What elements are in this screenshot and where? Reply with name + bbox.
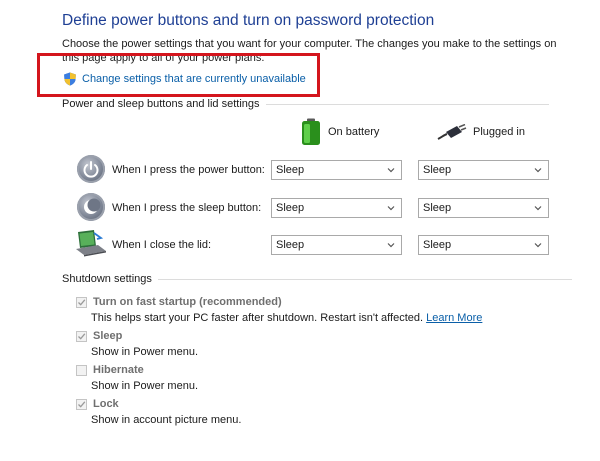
lid-plugged-select[interactable]: Sleep: [418, 235, 549, 255]
change-settings-label: Change settings that are currently unava…: [82, 73, 306, 85]
select-value: Sleep: [423, 164, 452, 176]
lock-description: Show in account picture menu.: [91, 414, 242, 426]
lock-label: Lock: [93, 398, 119, 410]
column-header-battery: On battery: [300, 118, 379, 146]
lid-close-label: When I close the lid:: [112, 239, 212, 251]
fast-startup-description: This helps start your PC faster after sh…: [91, 312, 482, 324]
power-button-plugged-select[interactable]: Sleep: [418, 160, 549, 180]
power-plug-icon: [437, 124, 467, 140]
column-plugged-label: Plugged in: [473, 126, 525, 138]
hibernate-label: Hibernate: [93, 364, 144, 376]
chevron-down-icon: [387, 243, 395, 248]
page-title: Define power buttons and turn on passwor…: [62, 12, 435, 29]
lid-battery-select[interactable]: Sleep: [271, 235, 402, 255]
change-settings-link[interactable]: Change settings that are currently unava…: [63, 71, 306, 87]
power-section-heading: Power and sleep buttons and lid settings: [62, 98, 549, 110]
sleep-description: Show in Power menu.: [91, 346, 198, 358]
hibernate-checkbox[interactable]: [76, 364, 87, 376]
sleep-button-battery-select[interactable]: Sleep: [271, 198, 402, 218]
sleep-checkbox[interactable]: [76, 330, 87, 342]
sleep-label: Sleep: [93, 330, 123, 342]
lock-checkbox[interactable]: [76, 398, 87, 410]
fast-startup-option[interactable]: Turn on fast startup (recommended): [76, 296, 282, 308]
power-button-label: When I press the power button:: [112, 164, 265, 176]
power-button-battery-select[interactable]: Sleep: [271, 160, 402, 180]
power-section-label: Power and sleep buttons and lid settings: [62, 98, 260, 110]
laptop-lid-icon: [76, 230, 106, 257]
column-header-plugged: Plugged in: [437, 124, 525, 140]
select-value: Sleep: [423, 239, 452, 251]
section-divider: [265, 103, 549, 105]
hibernate-description: Show in Power menu.: [91, 380, 198, 392]
select-value: Sleep: [423, 202, 452, 214]
chevron-down-icon: [534, 243, 542, 248]
shutdown-section-heading: Shutdown settings: [62, 273, 572, 285]
sleep-button-plugged-select[interactable]: Sleep: [418, 198, 549, 218]
select-value: Sleep: [276, 239, 305, 251]
chevron-down-icon: [387, 206, 395, 211]
power-button-icon: [77, 155, 105, 183]
sleep-option[interactable]: Sleep: [76, 330, 122, 342]
chevron-down-icon: [387, 168, 395, 173]
column-battery-label: On battery: [328, 126, 380, 138]
fast-startup-checkbox[interactable]: [76, 296, 87, 308]
hibernate-option[interactable]: Hibernate: [76, 364, 144, 376]
fast-startup-label: Turn on fast startup (recommended): [93, 296, 282, 308]
chevron-down-icon: [534, 206, 542, 211]
learn-more-link[interactable]: Learn More: [426, 312, 482, 324]
sleep-button-label: When I press the sleep button:: [112, 202, 262, 214]
checkmark-icon: [78, 332, 86, 340]
chevron-down-icon: [534, 168, 542, 173]
checkmark-icon: [78, 298, 86, 306]
battery-icon: [302, 118, 320, 145]
shutdown-section-label: Shutdown settings: [62, 273, 152, 285]
select-value: Sleep: [276, 164, 305, 176]
sleep-button-icon: [77, 193, 105, 221]
uac-shield-icon: [64, 72, 76, 86]
checkmark-icon: [78, 400, 86, 408]
fast-startup-desc-text: This helps start your PC faster after sh…: [91, 312, 424, 324]
section-divider: [157, 278, 572, 280]
select-value: Sleep: [276, 202, 305, 214]
lock-option[interactable]: Lock: [76, 398, 119, 410]
